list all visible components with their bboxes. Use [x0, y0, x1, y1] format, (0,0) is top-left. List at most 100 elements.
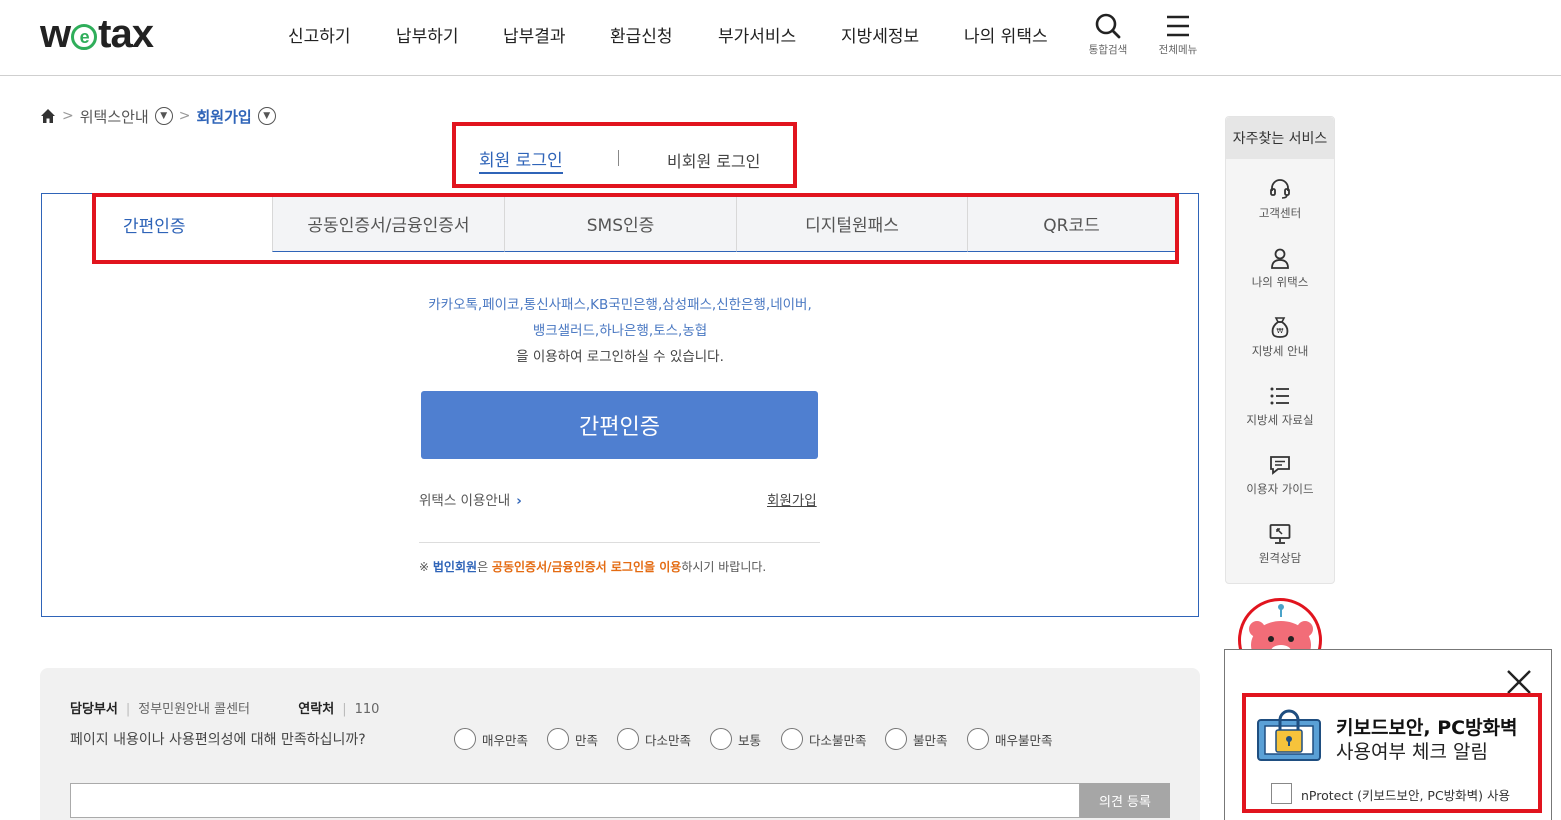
- quick-customer-center[interactable]: 고객센터: [1226, 177, 1334, 221]
- quick-item-label: 지방세 안내: [1251, 344, 1309, 358]
- notice-end: 하시기 바랍니다.: [681, 560, 767, 574]
- radio-button[interactable]: [454, 728, 476, 750]
- nav-extra-services[interactable]: 부가서비스: [718, 22, 796, 47]
- breadcrumb-separator-icon: >: [62, 108, 74, 124]
- rating-somewhat-satisfied[interactable]: 다소만족: [617, 728, 691, 750]
- quick-my-wetax[interactable]: 나의 위택스: [1226, 246, 1334, 290]
- chat-bubble-icon: [1270, 456, 1290, 475]
- nav-pay[interactable]: 납부하기: [396, 22, 459, 47]
- nprotect-checkbox-label[interactable]: nProtect (키보드보안, PC방화벽) 사용: [1301, 785, 1510, 804]
- chevron-right-icon: ›: [516, 493, 522, 509]
- notice-corp: 법인회원: [432, 560, 478, 574]
- home-icon[interactable]: [40, 108, 56, 124]
- radio-button[interactable]: [617, 728, 639, 750]
- monitor-icon: [1269, 524, 1291, 544]
- breadcrumb-current[interactable]: 회원가입: [196, 106, 251, 127]
- radio-button[interactable]: [967, 728, 989, 750]
- quick-remote-support[interactable]: 원격상담: [1226, 522, 1334, 566]
- opinion-input[interactable]: [70, 783, 1080, 818]
- provider-list: 카카오톡,페이코,통신사패스,KB국민은행,삼성패스,신한은행,네이버, 뱅크샐…: [400, 292, 840, 370]
- tab-simple-auth[interactable]: 간편인증: [95, 196, 272, 252]
- radio-button[interactable]: [547, 728, 569, 750]
- rating-satisfied[interactable]: 만족: [547, 728, 598, 750]
- search-icon: [1095, 13, 1121, 39]
- login-type-switch: 회원 로그인 비회원 로그인: [452, 122, 797, 188]
- nav-my-wetax[interactable]: 나의 위택스: [964, 22, 1048, 47]
- breadcrumb-separator-icon: >: [178, 108, 191, 124]
- opinion-submit-button[interactable]: 의견 등록: [1080, 783, 1170, 818]
- satisfaction-survey: 담당부서 | 정부민원안내 콜센터 연락처 | 110 페이지 내용이나 사용편의성에 …: [40, 668, 1200, 820]
- quick-menu-title: 자주찾는 서비스: [1226, 117, 1334, 159]
- breadcrumb: > 위택스안내 ▼ > 회원가입 ▼: [40, 104, 276, 128]
- rating-label: 매우만족: [482, 732, 529, 748]
- quick-local-tax-library[interactable]: 지방세 자료실: [1226, 384, 1334, 428]
- all-menu-button[interactable]: 전체메뉴: [1148, 12, 1208, 57]
- security-lock-icon: [1257, 709, 1321, 761]
- join-link[interactable]: 회원가입: [767, 489, 817, 509]
- user-icon: [1271, 248, 1289, 269]
- rating-very-dissatisfied[interactable]: 매우불만족: [967, 728, 1053, 750]
- corporate-notice: ※ 법인회원은 공동인증서/금융인증서 로그인을 이용하시기 바랍니다.: [419, 558, 766, 575]
- rating-somewhat-dissatisfied[interactable]: 다소불만족: [781, 728, 867, 750]
- auth-method-tabs: 간편인증 공동인증서/금융인증서 SMS인증 디지털원패스 QR코드: [95, 196, 1175, 252]
- tab-member-login[interactable]: 회원 로그인: [479, 146, 563, 174]
- simple-auth-button[interactable]: 간편인증: [421, 391, 818, 459]
- rating-label: 다소만족: [645, 732, 692, 748]
- list-icon: [1270, 387, 1289, 405]
- money-bag-icon: ₩: [1271, 317, 1289, 338]
- search-button[interactable]: 통합검색: [1078, 12, 1138, 57]
- tab-digital-onepass[interactable]: 디지털원패스: [736, 196, 967, 252]
- wetax-logo[interactable]: w e tax: [40, 12, 154, 57]
- radio-button[interactable]: [781, 728, 803, 750]
- tab-qr-code[interactable]: QR코드: [967, 196, 1175, 252]
- nprotect-checkbox[interactable]: [1271, 783, 1292, 804]
- tab-sms[interactable]: SMS인증: [504, 196, 736, 252]
- rating-dissatisfied[interactable]: 불만족: [885, 728, 948, 750]
- usage-guide-link[interactable]: 위택스 이용안내 ›: [419, 489, 522, 509]
- survey-question: 페이지 내용이나 사용편의성에 대해 만족하십니까?: [70, 732, 366, 748]
- site-header: w e tax 신고하기 납부하기 납부결과 환급신청 부가서비스 지방세정보 나의…: [0, 0, 1561, 76]
- divider: [618, 150, 619, 166]
- department-info: 담당부서 | 정부민원안내 콜센터 연락처 | 110: [70, 702, 380, 717]
- divider: [419, 542, 820, 543]
- all-menu-label: 전체메뉴: [1158, 44, 1198, 56]
- nav-refund[interactable]: 환급신청: [610, 22, 673, 47]
- radio-button[interactable]: [885, 728, 907, 750]
- security-popup-subtitle: 사용여부 체크 알림: [1336, 741, 1488, 763]
- quick-user-guide[interactable]: 이용자 가이드: [1226, 453, 1334, 497]
- contact-value: 110: [354, 702, 380, 717]
- quick-item-label: 고객센터: [1258, 206, 1302, 220]
- rating-label: 만족: [575, 732, 599, 748]
- security-popup-title: 키보드보안, PC방화벽: [1336, 717, 1518, 739]
- nav-report[interactable]: 신고하기: [288, 22, 351, 47]
- chevron-down-icon[interactable]: ▼: [257, 107, 276, 125]
- rating-very-satisfied[interactable]: 매우만족: [454, 728, 528, 750]
- quick-local-tax-guide[interactable]: ₩ 지방세 안내: [1226, 315, 1334, 359]
- provider-description: 을 이용하여 로그인하실 수 있습니다.: [516, 349, 724, 365]
- radio-button[interactable]: [710, 728, 732, 750]
- tab-guest-login[interactable]: 비회원 로그인: [667, 148, 760, 172]
- provider-line: 뱅크샐러드,하나은행,토스,농협: [532, 323, 708, 339]
- tab-certificate[interactable]: 공동인증서/금융인증서: [272, 196, 504, 252]
- quick-menu: 자주찾는 서비스 고객센터 나의 위택스 ₩ 지방세 안내 지방세 자료실 이용…: [1225, 116, 1335, 584]
- nav-local-tax-info[interactable]: 지방세정보: [841, 22, 919, 47]
- usage-guide-label: 위택스 이용안내: [419, 493, 511, 509]
- breadcrumb-level1[interactable]: 위택스안내: [80, 106, 149, 127]
- quick-item-label: 원격상담: [1258, 551, 1302, 565]
- notice-mid: 은: [477, 560, 492, 574]
- rating-label: 다소불만족: [809, 732, 867, 748]
- contact-label: 연락처: [298, 702, 335, 717]
- close-icon[interactable]: [1505, 668, 1533, 696]
- rating-label: 보통: [738, 732, 762, 748]
- quick-item-label: 지방세 자료실: [1246, 413, 1314, 427]
- notice-cert: 공동인증서/금융인증서 로그인을 이용: [491, 560, 682, 574]
- rating-label: 불만족: [913, 732, 948, 748]
- dept-value: 정부민원안내 콜센터: [138, 702, 251, 717]
- rating-neutral[interactable]: 보통: [710, 728, 761, 750]
- chevron-down-icon[interactable]: ▼: [154, 107, 173, 125]
- hamburger-menu-icon: [1167, 15, 1189, 37]
- nav-pay-result[interactable]: 납부결과: [503, 22, 566, 47]
- quick-item-label: 나의 위택스: [1251, 275, 1309, 289]
- provider-line: 카카오톡,페이코,통신사패스,KB국민은행,삼성패스,신한은행,네이버,: [428, 297, 812, 313]
- notice-mark: ※: [419, 560, 430, 574]
